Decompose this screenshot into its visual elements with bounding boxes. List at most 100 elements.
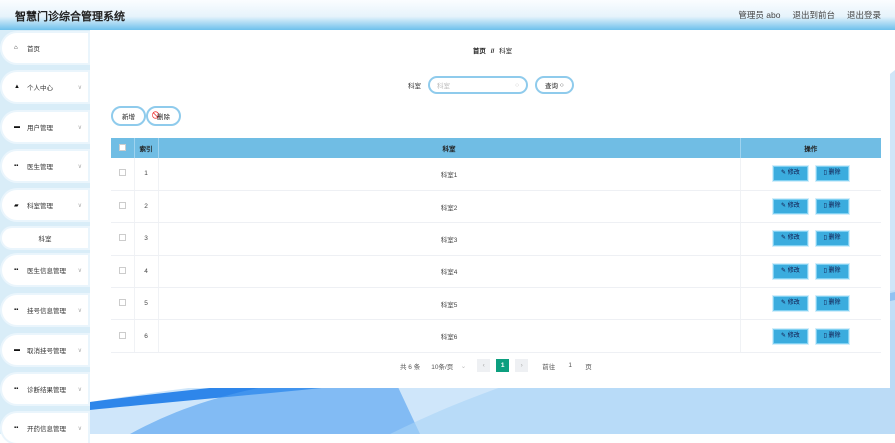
row-select-cell[interactable] bbox=[111, 287, 135, 321]
edit-label: 修改 bbox=[787, 203, 800, 210]
name-header: 科室 bbox=[158, 138, 741, 158]
row-checkbox[interactable] bbox=[118, 266, 126, 274]
grid-icon: ▪▪ bbox=[14, 425, 19, 431]
breadcrumb-home[interactable]: 首页 bbox=[473, 48, 486, 55]
edit-button[interactable]: ✎ 修改 bbox=[772, 166, 808, 182]
sidebar-item-label: 个人中心 bbox=[27, 85, 53, 92]
logout-link[interactable]: 退出登录 bbox=[847, 9, 881, 21]
table-row: 4 科室4 ✎ 修改 ▯ 删除 bbox=[111, 255, 881, 289]
delete-button[interactable]: ▯ 删除 bbox=[815, 296, 849, 312]
trash-icon: ▯ bbox=[823, 267, 827, 274]
chevron-down-icon: ∨ bbox=[77, 84, 82, 91]
goto-label: 前往 bbox=[542, 363, 556, 371]
row-name: 科室1 bbox=[158, 158, 741, 191]
edit-icon: ✎ bbox=[780, 170, 787, 177]
goto-page-input[interactable]: 1 bbox=[561, 359, 580, 372]
chevron-down-icon: ∨ bbox=[77, 202, 82, 209]
page-size-select[interactable]: 10条/页 ⌄ bbox=[426, 359, 472, 372]
page-1-button[interactable]: 1 bbox=[496, 359, 510, 372]
edit-icon: ✎ bbox=[780, 332, 787, 339]
delete-label: 删除 bbox=[157, 114, 170, 121]
sidebar: ⌂ 首页 ▲ 个人中心 ∨ ▬ 用户管理 ∨ ▪▪ 医生管理 ∨ ▰ 科室管理 ∨ 科室 ▪▪ 医生信息管理 ∨ ▪… bbox=[0, 30, 90, 443]
sidebar-item-5[interactable]: 科室 bbox=[2, 228, 88, 248]
edit-label: 修改 bbox=[787, 267, 800, 274]
chevron-down-icon: ∨ bbox=[77, 425, 82, 432]
row-select-cell[interactable] bbox=[111, 190, 135, 224]
sidebar-item-10[interactable]: ▪▪ 开药信息管理 ∨ bbox=[2, 413, 88, 443]
row-actions: ✎ 修改 ▯ 删除 bbox=[740, 319, 881, 353]
batch-delete-button[interactable]: ⃠删除 bbox=[146, 106, 181, 126]
row-name: 科室2 bbox=[158, 190, 741, 224]
sidebar-item-0[interactable]: ⌂ 首页 bbox=[2, 33, 88, 63]
pagination: 共 6 条 10条/页 ⌄ ‹ 1 › 前往 1 页 bbox=[400, 359, 592, 372]
main-content: 首页 // 科室 科室 科室 ○ 查询 ○ 新增 ⃠删除 索引 科室 操作 1 科… bbox=[90, 30, 895, 434]
row-name: 科室5 bbox=[158, 287, 741, 321]
table-row: 2 科室2 ✎ 修改 ▯ 删除 bbox=[111, 190, 881, 224]
trash-icon: ▯ bbox=[823, 300, 827, 307]
page-size-value: 10条/页 bbox=[431, 363, 454, 371]
edit-label: 修改 bbox=[787, 235, 800, 242]
sidebar-item-4[interactable]: ▰ 科室管理 ∨ bbox=[2, 190, 88, 220]
edit-button[interactable]: ✎ 修改 bbox=[772, 328, 808, 344]
briefcase-icon: ▰ bbox=[14, 202, 19, 209]
grid-icon: ▪▪ bbox=[14, 307, 19, 313]
row-select-cell[interactable] bbox=[111, 158, 135, 191]
query-button[interactable]: 查询 ○ bbox=[535, 76, 574, 94]
delete-button[interactable]: ▯ 删除 bbox=[815, 263, 849, 279]
sidebar-item-7[interactable]: ▪▪ 挂号信息管理 ∨ bbox=[2, 295, 88, 325]
delete-button[interactable]: ▯ 删除 bbox=[815, 166, 849, 182]
query-label: 查询 bbox=[545, 83, 558, 90]
row-checkbox[interactable] bbox=[118, 234, 126, 242]
trash-icon: ▯ bbox=[823, 203, 827, 210]
sidebar-item-3[interactable]: ▪▪ 医生管理 ∨ bbox=[2, 151, 88, 181]
prev-page-button[interactable]: ‹ bbox=[477, 359, 491, 372]
table-row: 5 科室5 ✎ 修改 ▯ 删除 bbox=[111, 287, 881, 321]
select-all-checkbox[interactable] bbox=[118, 143, 126, 151]
row-checkbox[interactable] bbox=[118, 331, 126, 339]
grid-icon: ▪▪ bbox=[14, 267, 19, 273]
total-count: 共 6 条 bbox=[400, 363, 421, 371]
select-all-header[interactable] bbox=[111, 138, 135, 158]
chevron-down-icon: ∨ bbox=[77, 347, 82, 354]
search-placeholder: 科室 bbox=[437, 83, 450, 90]
row-actions: ✎ 修改 ▯ 删除 bbox=[740, 190, 881, 224]
row-name: 科室4 bbox=[158, 255, 741, 289]
next-page-button[interactable]: › bbox=[515, 359, 529, 372]
search-input[interactable]: 科室 ○ bbox=[428, 76, 528, 94]
delete-button[interactable]: ▯ 删除 bbox=[815, 199, 849, 215]
row-index: 1 bbox=[134, 158, 159, 191]
front-link[interactable]: 退出到前台 bbox=[792, 9, 835, 21]
chevron-down-icon: ∨ bbox=[77, 267, 82, 274]
search-icon: ○ bbox=[559, 81, 564, 89]
sidebar-item-8[interactable]: ▬ 取消挂号管理 ∨ bbox=[2, 335, 88, 365]
add-button[interactable]: 新增 bbox=[111, 106, 146, 126]
edit-button[interactable]: ✎ 修改 bbox=[772, 199, 808, 215]
row-checkbox[interactable] bbox=[118, 169, 126, 177]
delete-button[interactable]: ▯ 删除 bbox=[815, 231, 849, 247]
trash-icon: ▯ bbox=[823, 235, 827, 242]
sidebar-item-label: 开药信息管理 bbox=[27, 426, 66, 433]
sidebar-item-9[interactable]: ▪▪ 诊断结果管理 ∨ bbox=[2, 374, 88, 404]
breadcrumb-separator: // bbox=[490, 48, 495, 55]
chevron-down-icon: ∨ bbox=[77, 124, 82, 131]
breadcrumb: 首页 // 科室 bbox=[90, 45, 895, 55]
sidebar-item-1[interactable]: ▲ 个人中心 ∨ bbox=[2, 72, 88, 102]
edit-button[interactable]: ✎ 修改 bbox=[772, 231, 808, 247]
edit-button[interactable]: ✎ 修改 bbox=[772, 263, 808, 279]
edit-icon: ✎ bbox=[780, 300, 787, 307]
row-select-cell[interactable] bbox=[111, 319, 135, 353]
chevron-down-icon: ∨ bbox=[77, 386, 82, 393]
chevron-down-icon: ∨ bbox=[77, 307, 82, 314]
sidebar-item-label: 首页 bbox=[27, 46, 40, 53]
search-icon: ○ bbox=[515, 81, 519, 89]
edit-button[interactable]: ✎ 修改 bbox=[772, 296, 808, 312]
row-checkbox[interactable] bbox=[118, 202, 126, 210]
row-select-cell[interactable] bbox=[111, 255, 135, 289]
row-actions: ✎ 修改 ▯ 删除 bbox=[740, 158, 881, 191]
row-checkbox[interactable] bbox=[118, 299, 126, 307]
delete-button[interactable]: ▯ 删除 bbox=[815, 328, 849, 344]
sidebar-item-2[interactable]: ▬ 用户管理 ∨ bbox=[2, 112, 88, 142]
row-select-cell[interactable] bbox=[111, 222, 135, 256]
sidebar-item-6[interactable]: ▪▪ 医生信息管理 ∨ bbox=[2, 255, 88, 285]
row-actions: ✎ 修改 ▯ 删除 bbox=[740, 255, 881, 289]
